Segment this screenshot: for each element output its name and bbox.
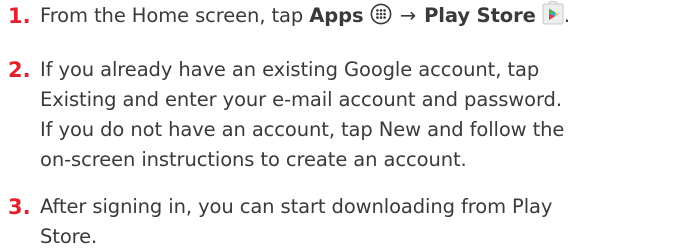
step-line: If you do not have an account, tap New a… [40,118,565,141]
apps-label: Apps [309,4,364,27]
step-text: After signing in, you can start download… [40,192,690,252]
step-line: From the Home screen, tap Apps → Play St… [40,0,690,34]
step-number: 3. [8,195,31,219]
apps-grid-icon [370,3,392,34]
step-line: Existing and enter your e-mail account a… [40,88,562,111]
step-line: Store. [40,225,98,248]
step-line: After signing in, you can start download… [40,195,553,218]
play-store-label: Play Store [424,4,536,27]
step-number: 1. [8,4,31,28]
arrow-icon: → [399,4,416,27]
step-line: on-screen instructions to create an acco… [40,148,467,171]
step-line: If you already have an existing Google a… [40,58,540,81]
step-text: From the Home screen, tap Apps → Play St… [40,0,690,34]
step-number: 2. [8,58,31,82]
instruction-steps: 1. From the Home screen, tap Apps → Play… [0,0,691,252]
step-text: If you already have an existing Google a… [40,55,690,175]
step-text-before: From the Home screen, tap [40,4,310,27]
step-text-after: . [563,4,570,27]
play-store-icon [542,0,564,34]
